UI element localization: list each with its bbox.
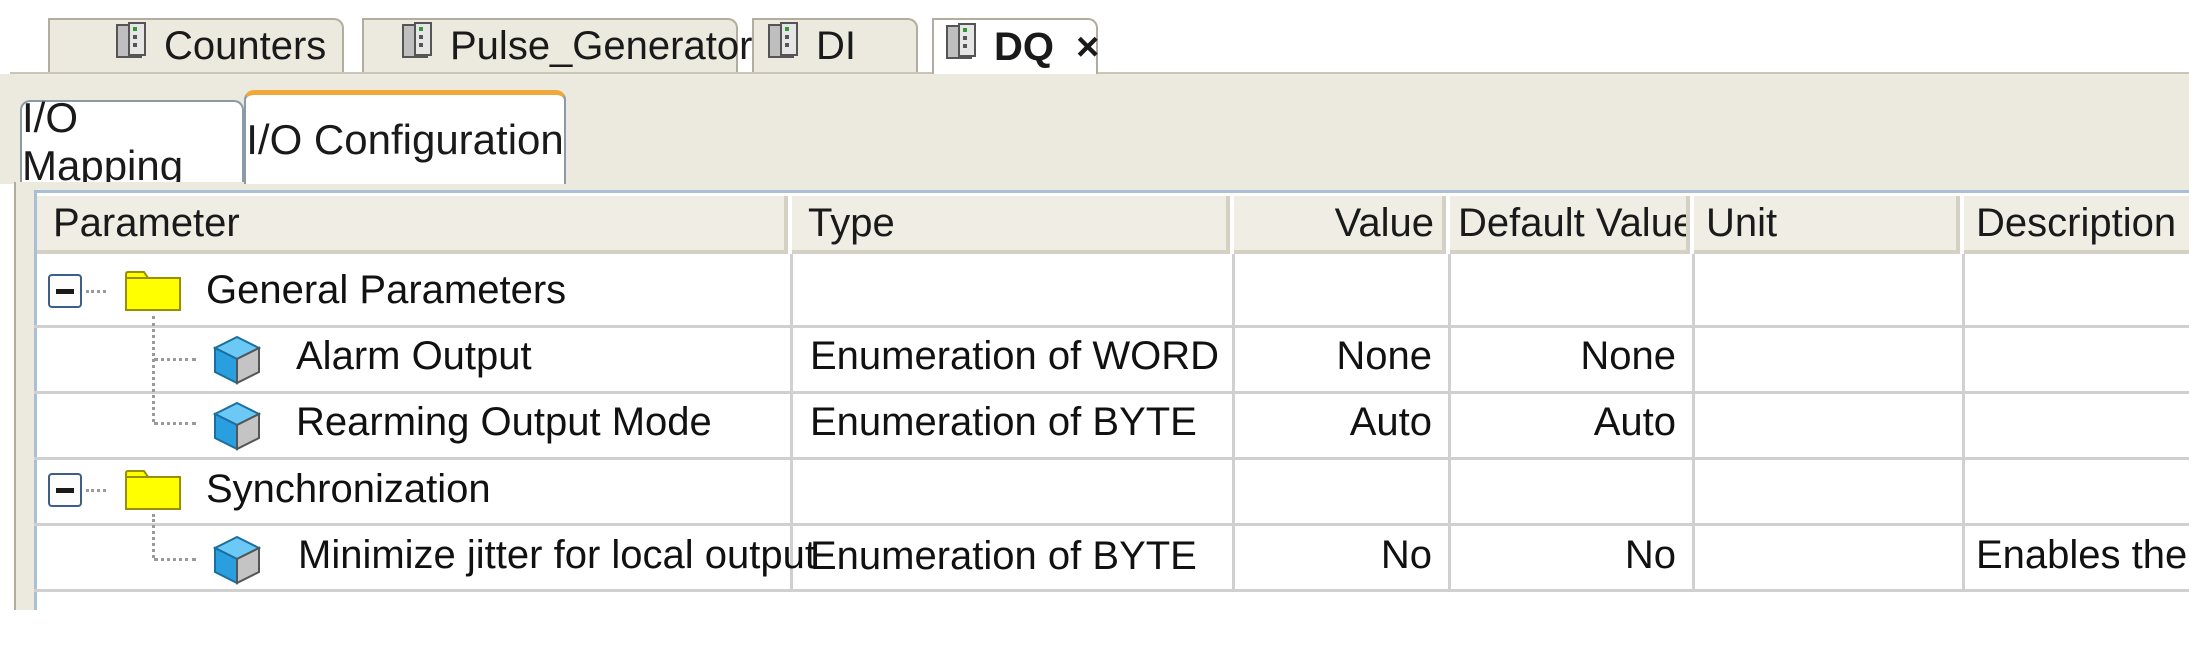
column-header-type[interactable]: Type: [792, 196, 1230, 254]
subtab-label: I/O Mapping: [22, 94, 184, 189]
column-divider: [1448, 254, 1451, 592]
device-module-icon: [114, 21, 150, 71]
parameter-name: Minimize jitter for local output: [298, 532, 816, 577]
folder-icon: [125, 271, 181, 311]
collapse-toggle[interactable]: [48, 274, 82, 308]
column-header-description[interactable]: Description: [1964, 196, 2189, 254]
description-cell: Enables the: [1976, 532, 2188, 577]
row-divider: [34, 589, 2189, 592]
column-divider: [1232, 254, 1235, 592]
close-icon[interactable]: ×: [1076, 27, 1099, 67]
column-title: Default Value: [1458, 200, 1690, 245]
column-header-parameter[interactable]: Parameter: [37, 196, 788, 254]
parameter-name: General Parameters: [206, 267, 567, 312]
subtab-label: I/O Configuration: [246, 115, 564, 163]
tab-label: Pulse_Generators: [450, 23, 773, 68]
device-module-icon: [944, 22, 980, 72]
parameter-name: Synchronization: [206, 466, 491, 511]
tree-connector: [152, 514, 155, 558]
type-cell: Enumeration of BYTE: [810, 533, 1197, 578]
column-divider: [1692, 254, 1695, 592]
parameter-cube-icon: [212, 401, 262, 451]
panel-bottom: [0, 610, 2189, 661]
default-value-cell: Auto: [1593, 399, 1676, 444]
column-header-value[interactable]: Value: [1234, 196, 1446, 254]
tab-counters[interactable]: Counters: [48, 18, 344, 72]
default-value-cell: No: [1624, 532, 1676, 577]
tree-connector: [154, 422, 196, 425]
value-cell[interactable]: No: [1240, 523, 1432, 587]
folder-icon: [125, 470, 181, 510]
parameter-name: Alarm Output: [296, 333, 532, 378]
tree-connector: [86, 489, 106, 492]
tab-io-configuration[interactable]: I/O Configuration: [244, 90, 566, 184]
document-tab-bar: Counters Pulse_Generators DI DQ ×: [0, 0, 2189, 74]
type-cell: Enumeration of BYTE: [810, 399, 1197, 444]
parameter-cube-icon: [212, 335, 262, 385]
tab-io-mapping[interactable]: I/O Mapping: [20, 94, 244, 189]
column-title: Value: [1334, 200, 1434, 245]
parameter-cube-icon: [212, 535, 262, 585]
column-title: Parameter: [53, 200, 240, 245]
column-header-default-value[interactable]: Default Value: [1450, 196, 1690, 254]
tree-connector: [86, 290, 106, 293]
tab-label: DQ: [994, 24, 1054, 69]
device-module-icon: [766, 21, 802, 71]
tab-label: DI: [816, 23, 856, 68]
tab-label: Counters: [164, 23, 327, 68]
column-title: Description: [1976, 200, 2177, 245]
tab-pulse-generators[interactable]: Pulse_Generators: [362, 18, 772, 72]
tree-connector: [154, 558, 196, 561]
default-value-cell: None: [1580, 333, 1676, 378]
column-title: Type: [808, 200, 895, 245]
column-divider: [1962, 254, 1965, 592]
tree-connector: [154, 358, 196, 361]
device-editor: Counters Pulse_Generators DI DQ × I/O Ma…: [0, 0, 2189, 661]
parameter-name: Rearming Output Mode: [296, 399, 712, 444]
value-cell[interactable]: None: [1240, 324, 1432, 388]
collapse-toggle[interactable]: [48, 473, 82, 507]
value-cell[interactable]: Auto: [1240, 390, 1432, 454]
column-title: Unit: [1706, 200, 1778, 245]
type-cell: Enumeration of WORD: [810, 333, 1220, 378]
device-module-icon: [400, 21, 436, 71]
tree-connector: [152, 316, 155, 422]
tab-di[interactable]: DI: [752, 18, 918, 72]
tab-dq[interactable]: DQ ×: [932, 18, 1099, 74]
column-header-unit[interactable]: Unit: [1694, 196, 1960, 254]
